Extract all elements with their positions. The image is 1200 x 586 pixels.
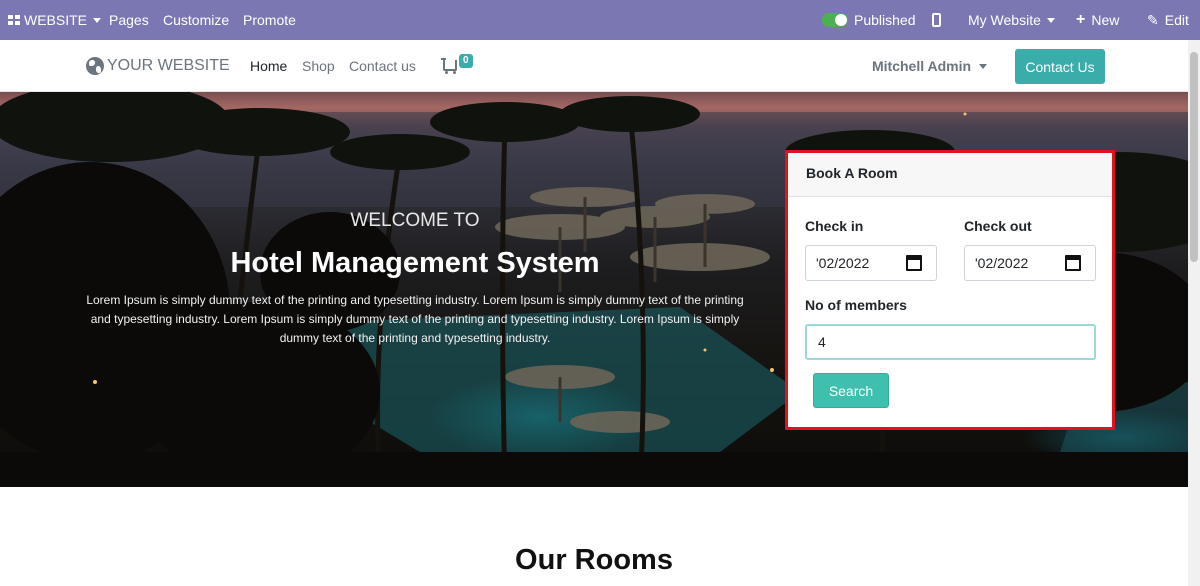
members-input[interactable]: 4 (805, 324, 1096, 360)
site-navbar: YOUR WEBSITE Home Shop Contact us 0 Mitc… (0, 40, 1188, 92)
calendar-icon[interactable] (1065, 255, 1081, 271)
edit-button[interactable]: ✎ Edit (1147, 0, 1189, 40)
edit-label: Edit (1164, 12, 1189, 28)
hero-description: Lorem Ipsum is simply dummy text of the … (86, 293, 744, 345)
scrollbar-thumb[interactable] (1190, 52, 1198, 262)
members-value: 4 (818, 334, 826, 350)
user-menu[interactable]: Mitchell Admin (872, 40, 988, 92)
globe-icon (86, 57, 104, 75)
book-room-title: Book A Room (788, 153, 1112, 197)
page-scrollbar[interactable] (1188, 40, 1200, 586)
pencil-icon: ✎ (1147, 11, 1159, 28)
user-name: Mitchell Admin (872, 58, 972, 74)
promote-menu[interactable]: Promote (243, 0, 296, 40)
chevron-down-icon (979, 63, 988, 69)
cart-count-badge: 0 (459, 54, 473, 68)
plus-icon: + (1076, 11, 1086, 28)
brand-name: YOUR WEBSITE (107, 57, 230, 74)
customize-menu[interactable]: Customize (163, 0, 229, 40)
website-menu-label: WEBSITE (24, 12, 88, 28)
my-website-label: My Website (968, 12, 1041, 28)
contact-us-button[interactable]: Contact Us (1015, 49, 1105, 84)
nav-home[interactable]: Home (250, 40, 287, 92)
new-button[interactable]: + New (1076, 0, 1119, 40)
published-label: Published (854, 12, 916, 28)
check-out-value: '02/2022 (975, 255, 1029, 271)
check-in-date-input[interactable]: '02/2022 (805, 245, 937, 281)
check-in-value: '02/2022 (816, 255, 870, 271)
published-toggle[interactable]: Published (822, 0, 916, 40)
chevron-down-icon (93, 17, 102, 23)
check-out-date-input[interactable]: '02/2022 (964, 245, 1096, 281)
nav-shop[interactable]: Shop (302, 40, 335, 92)
new-label: New (1091, 12, 1120, 28)
pages-menu[interactable]: Pages (109, 0, 149, 40)
toggle-switch-icon (822, 13, 848, 27)
check-in-label: Check in (805, 218, 864, 234)
calendar-icon[interactable] (906, 255, 922, 271)
website-menu[interactable]: WEBSITE (8, 0, 102, 40)
site-logo[interactable]: YOUR WEBSITE (86, 40, 230, 92)
mobile-preview-button[interactable] (932, 0, 941, 40)
hero-title: Hotel Management System (230, 247, 600, 279)
book-room-card: Book A Room Check in '02/2022 Check out … (785, 150, 1115, 430)
my-website-menu[interactable]: My Website (968, 0, 1055, 40)
shopping-cart-icon (441, 58, 457, 74)
chevron-down-icon (1046, 17, 1055, 23)
apps-grid-icon (8, 15, 20, 25)
mobile-icon (932, 13, 941, 27)
admin-topbar: WEBSITE Pages Customize Promote Publishe… (0, 0, 1200, 40)
nav-contact-us[interactable]: Contact us (349, 40, 416, 92)
check-out-label: Check out (964, 218, 1032, 234)
members-label: No of members (805, 297, 907, 313)
search-button[interactable]: Search (813, 373, 889, 408)
hero-welcome-text: WELCOME TO (350, 210, 480, 231)
cart-link[interactable]: 0 (441, 54, 473, 74)
rooms-section-title: Our Rooms (515, 544, 673, 576)
